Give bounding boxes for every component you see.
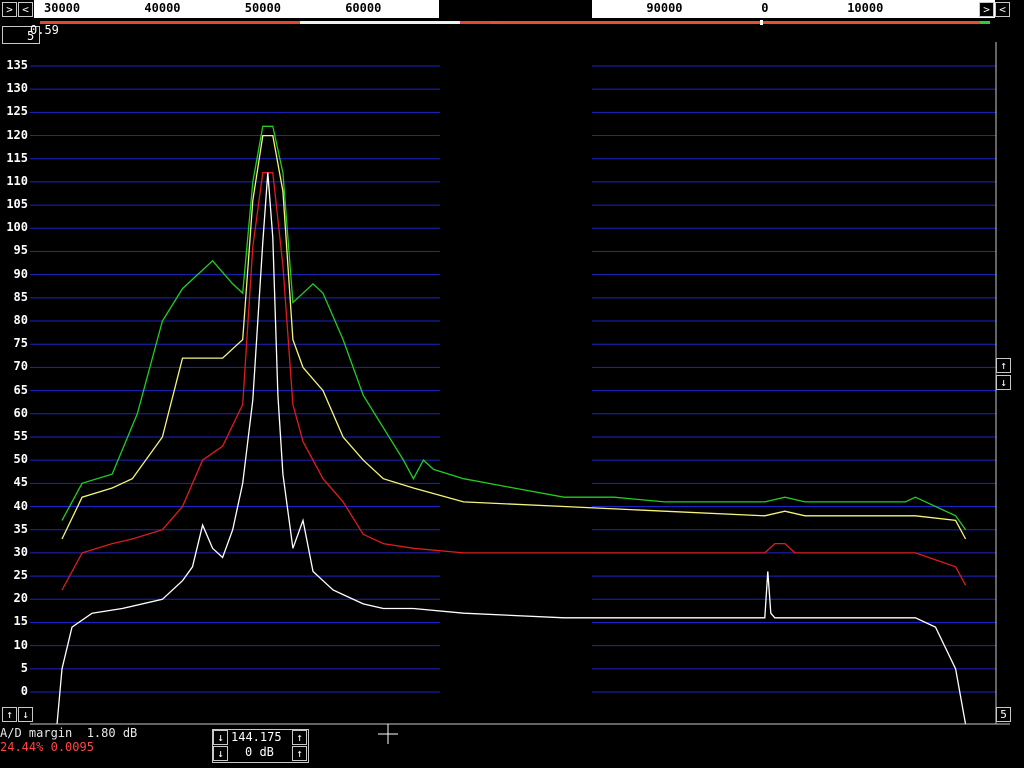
freq-value[interactable]: 144.175	[231, 731, 282, 744]
gain-up-button[interactable]: ↑	[292, 746, 307, 761]
bottom-left-down-button[interactable]: ↓	[18, 707, 33, 722]
ad-margin-label: A/D margin 1.80 dB	[0, 727, 137, 740]
gain-down-button[interactable]: ↓	[213, 746, 228, 761]
overload-ratio: 0.0095	[50, 740, 94, 754]
bottom-left-up-button[interactable]: ↑	[2, 707, 17, 722]
gain-value[interactable]: 0 dB	[245, 746, 274, 759]
series-line-green	[61, 125, 967, 531]
right-corner-button[interactable]: 5	[996, 707, 1011, 722]
freq-down-button[interactable]: ↓	[213, 730, 228, 745]
ad-margin-value: 1.80 dB	[86, 726, 138, 740]
overload-readout: 24.44% 0.0095	[0, 741, 94, 754]
spectrum-series	[56, 125, 967, 725]
overload-percent: 24.44%	[0, 740, 44, 754]
zoom-down-button[interactable]: ↓	[996, 375, 1011, 390]
series-line-red	[61, 172, 967, 591]
series-line-white	[56, 172, 967, 725]
ad-margin-text: A/D margin	[0, 726, 73, 740]
freq-up-button[interactable]: ↑	[292, 730, 307, 745]
zoom-up-button[interactable]: ↑	[996, 358, 1011, 373]
grid-lines	[30, 65, 996, 693]
crosshair-cursor-icon	[378, 724, 398, 744]
spectrum-chart[interactable]	[0, 0, 1024, 768]
series-line-yellow	[61, 134, 967, 540]
